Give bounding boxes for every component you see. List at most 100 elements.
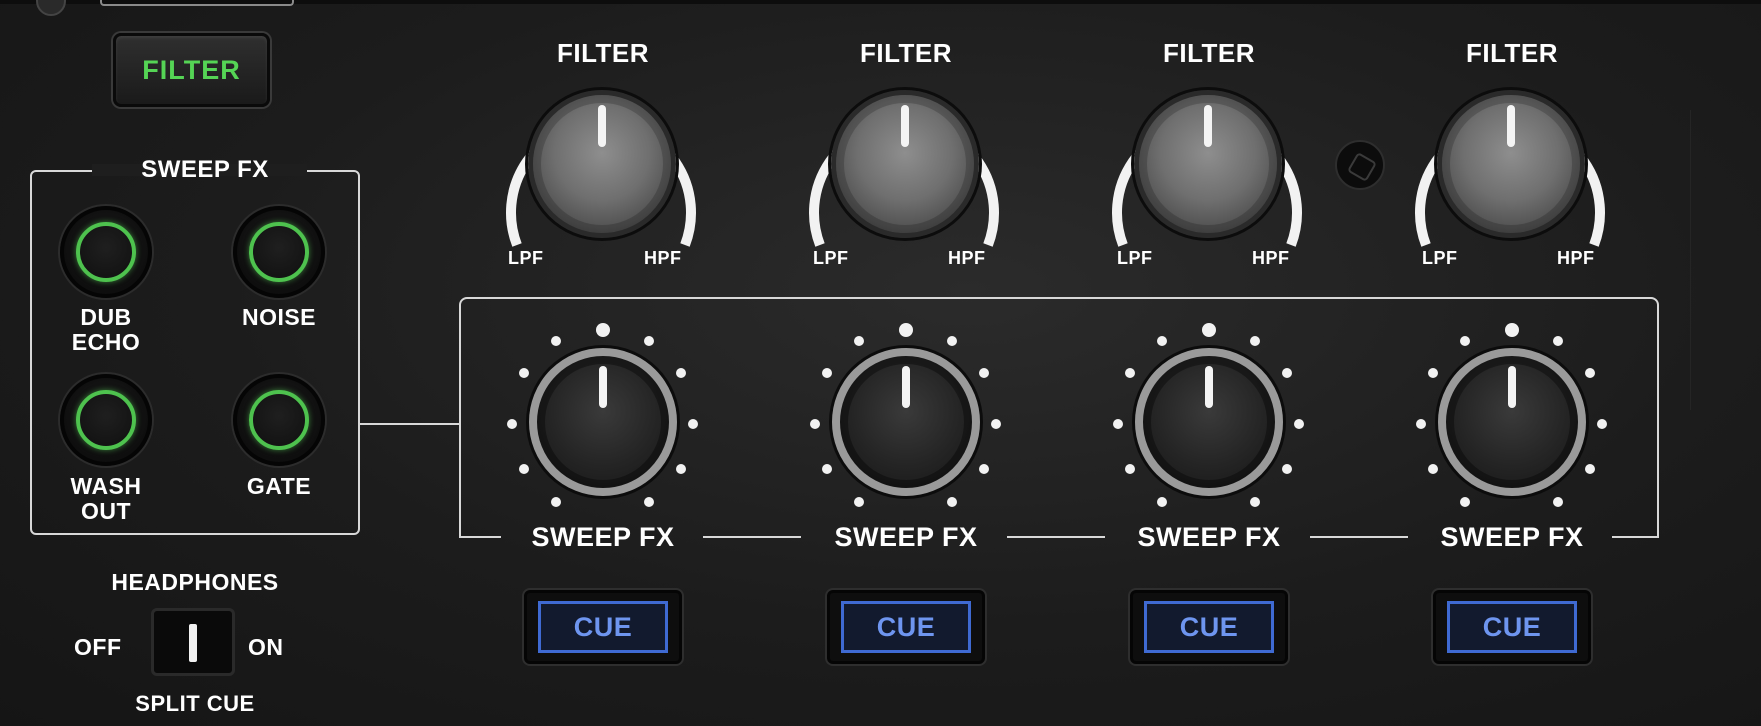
scale-dot [1125,368,1135,378]
wash-out-button[interactable] [60,374,152,466]
filter-mode-button[interactable]: FILTER [113,33,270,107]
frame-bottom-segment [703,536,801,538]
scale-dot [947,497,957,507]
frame-bottom-segment [1310,536,1408,538]
sweep-fx-label-ch1: SWEEP FX [531,522,675,552]
hpf-label-ch3: HPF [1252,248,1290,268]
filter-label-ch3: FILTER [1162,38,1256,68]
noise-button[interactable] [233,206,325,298]
scale-dot [1250,336,1260,346]
top-knob-edge [36,0,66,16]
knob-pointer [901,105,909,147]
scale-dot [644,497,654,507]
scale-dot [979,464,989,474]
scale-dot [1597,419,1607,429]
frame-bottom-segment [459,536,501,538]
scale-dot [1460,497,1470,507]
filter-knob-ch4[interactable] [1437,90,1585,238]
scale-dot [1553,336,1563,346]
knob-pointer [598,105,606,147]
sweep-center-dot [596,323,610,337]
noise-label: NOISE [241,304,317,330]
lpf-label-ch2: LPF [813,248,849,268]
scale-dot [854,336,864,346]
top-panel-edge [100,0,294,6]
scale-dot [1294,419,1304,429]
gate-label: GATE [246,473,312,499]
knob-pointer [1204,105,1212,147]
scale-dot [1428,464,1438,474]
scale-dot [991,419,1001,429]
scale-dot [688,419,698,429]
sweep-fx-panel-title: SWEEP FX [141,156,269,183]
scale-dot [1585,368,1595,378]
knob-pointer [1205,366,1213,408]
sweep-center-dot [899,323,913,337]
scale-dot [810,419,820,429]
switch-lever [189,624,197,662]
cue-button-ch4[interactable]: CUE [1433,590,1591,664]
sweep-fx-knob-ch2[interactable] [832,348,980,496]
scale-dot [1157,336,1167,346]
filter-label-ch1: FILTER [556,38,650,68]
cue-button-ch1[interactable]: CUE [524,590,682,664]
scale-dot [551,497,561,507]
gate-button[interactable] [233,374,325,466]
dub-echo-button[interactable] [60,206,152,298]
scale-dot [1157,497,1167,507]
lpf-label-ch3: LPF [1117,248,1153,268]
knob-pointer [1508,366,1516,408]
cue-button-ch3[interactable]: CUE [1130,590,1288,664]
scale-dot [507,419,517,429]
filter-knob-ch2[interactable] [831,90,979,238]
scale-dot [854,497,864,507]
split-cue-switch[interactable] [151,608,235,676]
scale-dot [1250,497,1260,507]
sweep-fx-label-ch2: SWEEP FX [834,522,978,552]
scale-dot [1282,368,1292,378]
cue-label-ch4: CUE [1447,601,1577,653]
sweep-fx-knob-ch3[interactable] [1135,348,1283,496]
scale-dot [1585,464,1595,474]
hpf-label-ch4: HPF [1557,248,1595,268]
scale-dot [519,464,529,474]
sweep-fx-label-ch3: SWEEP FX [1137,522,1281,552]
scale-dot [947,336,957,346]
scale-dot [1282,464,1292,474]
panel-edge [1690,110,1761,410]
filter-label-ch2: FILTER [859,38,953,68]
frame-bottom-segment [1007,536,1105,538]
cue-button-ch2[interactable]: CUE [827,590,985,664]
sweep-fx-knob-ch4[interactable] [1438,348,1586,496]
filter-knob-ch3[interactable] [1134,90,1282,238]
filter-label-ch4: FILTER [1465,38,1559,68]
sweep-fx-knob-ch1[interactable] [529,348,677,496]
sweep-center-dot [1202,323,1216,337]
hpf-label-ch1: HPF [644,248,682,268]
section-connector-line [360,423,460,425]
scale-dot [1460,336,1470,346]
scale-dot [676,368,686,378]
scale-dot [1125,464,1135,474]
cue-label-ch1: CUE [538,601,668,653]
scale-dot [1113,419,1123,429]
lpf-label-ch1: LPF [508,248,544,268]
split-cue-label: SPLIT CUE [135,691,255,716]
scale-dot [1553,497,1563,507]
filter-knob-ch1[interactable] [528,90,676,238]
panel-screw [1335,140,1385,190]
scale-dot [1428,368,1438,378]
knob-pointer [1507,105,1515,147]
cue-label-ch2: CUE [841,601,971,653]
split-cue-on-label: ON [248,634,284,660]
scale-dot [822,464,832,474]
knob-pointer [599,366,607,408]
scale-dot [1416,419,1426,429]
sweep-fx-label-ch4: SWEEP FX [1440,522,1584,552]
sweep-center-dot [1505,323,1519,337]
split-cue-off-label: OFF [74,634,122,660]
scale-dot [551,336,561,346]
lpf-label-ch4: LPF [1422,248,1458,268]
knob-pointer [902,366,910,408]
scale-dot [979,368,989,378]
